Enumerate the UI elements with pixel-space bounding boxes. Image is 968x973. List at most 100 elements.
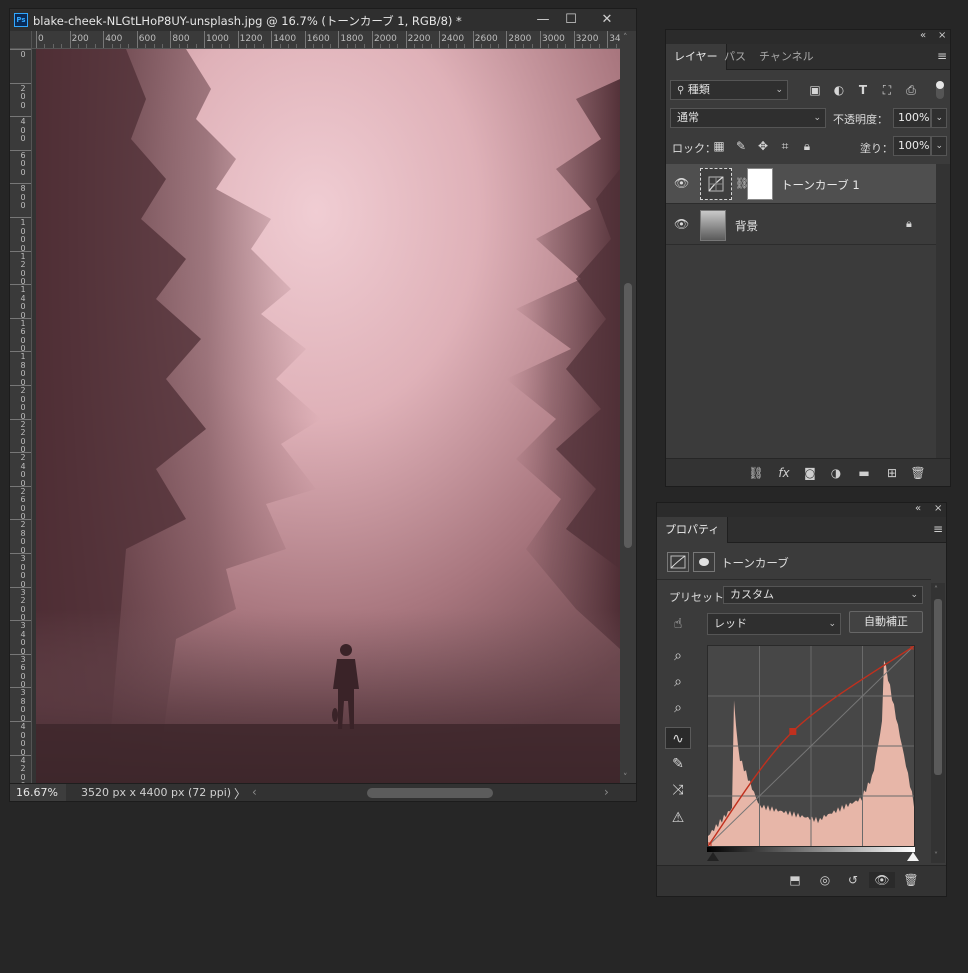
new-group-icon[interactable]: ▬ bbox=[856, 465, 872, 481]
horizontal-scroll-thumb[interactable] bbox=[367, 788, 493, 798]
lock-position-icon[interactable]: ✥ bbox=[756, 139, 770, 153]
black-point-eyedropper-icon[interactable]: ⌕ bbox=[665, 645, 691, 667]
eye-icon[interactable]: 👁︎ bbox=[674, 217, 690, 233]
smart-object-filter-icon[interactable]: ⎙ bbox=[904, 83, 918, 97]
lock-image-pixels-icon[interactable]: ✎ bbox=[734, 139, 748, 153]
layer-name[interactable]: 背景 bbox=[735, 218, 758, 234]
properties-scroll-thumb[interactable] bbox=[934, 599, 942, 775]
delete-adjustment-icon[interactable]: 🗑︎ bbox=[903, 872, 919, 888]
background-layer-thumbnail[interactable] bbox=[700, 210, 726, 241]
new-adjustment-layer-icon[interactable]: ◑ bbox=[828, 465, 844, 481]
layer-mask-thumbnail[interactable] bbox=[747, 168, 773, 200]
layers-scrollbar[interactable] bbox=[936, 164, 950, 460]
scroll-up-icon[interactable]: ˄ bbox=[934, 585, 938, 594]
vertical-scroll-thumb[interactable] bbox=[624, 283, 632, 548]
input-gradient bbox=[707, 847, 915, 852]
add-mask-icon[interactable]: ◙ bbox=[802, 465, 818, 481]
curve-svg bbox=[704, 642, 918, 850]
horizontal-ruler[interactable]: 0 200 400 600 800 1000 1200 1400 1600 1800 2000 220… bbox=[32, 31, 620, 49]
ruler-label: 600 bbox=[20, 150, 26, 177]
mask-properties-icon[interactable] bbox=[693, 552, 715, 572]
tab-properties[interactable]: プロパティ bbox=[657, 517, 729, 543]
ruler-minor-tick bbox=[78, 44, 79, 48]
black-input-slider[interactable] bbox=[707, 852, 719, 861]
adjustment-filter-icon[interactable]: ◐ bbox=[832, 83, 846, 97]
scroll-down-icon[interactable]: ˅ bbox=[623, 773, 628, 783]
collapse-panel-icon[interactable]: « bbox=[915, 503, 921, 514]
layer-filter-dropdown[interactable]: ⚲ 種類 ⌄ bbox=[670, 80, 788, 100]
scroll-right-icon[interactable]: › bbox=[604, 785, 609, 799]
shape-filter-icon[interactable]: ⛶ bbox=[880, 83, 894, 97]
opacity-label: 不透明度： bbox=[833, 113, 888, 126]
canvas-area[interactable] bbox=[32, 49, 620, 789]
lock-transparent-pixels-icon[interactable]: ▦ bbox=[712, 139, 726, 153]
collapse-panel-icon[interactable]: « bbox=[920, 30, 926, 41]
white-point-eyedropper-icon[interactable]: ⌕ bbox=[665, 697, 691, 719]
on-image-adjust-icon[interactable]: ☝ bbox=[665, 613, 691, 635]
close-panel-icon[interactable]: × bbox=[934, 503, 942, 514]
delete-layer-icon[interactable]: 🗑︎ bbox=[910, 465, 926, 481]
vertical-scrollbar[interactable]: ˄ ˅ bbox=[620, 31, 636, 789]
tab-paths[interactable]: パス bbox=[716, 44, 754, 70]
blend-mode-dropdown[interactable]: 通常 ⌄ bbox=[670, 108, 826, 128]
clip-to-layer-icon[interactable]: ⬒ bbox=[787, 872, 803, 888]
ruler-label: 800 bbox=[20, 184, 26, 211]
fill-field[interactable]: 100% bbox=[893, 136, 931, 156]
zoom-field[interactable]: 16.67% bbox=[10, 784, 66, 801]
ruler-minor-tick bbox=[162, 44, 163, 48]
document-titlebar[interactable]: Ps blake-cheek-NLGtLHoP8UY-unsplash.jpg … bbox=[10, 9, 636, 31]
opacity-dropdown-button[interactable]: ⌄ bbox=[931, 108, 947, 128]
layer-row-background[interactable]: 👁︎ 背景 🔒︎ bbox=[666, 205, 936, 245]
curve-graph[interactable] bbox=[704, 642, 918, 850]
properties-scrollbar[interactable]: ˄ ˅ bbox=[931, 583, 945, 863]
ruler-minor-tick bbox=[615, 44, 617, 48]
scroll-left-icon[interactable]: ‹ bbox=[252, 785, 257, 799]
filter-toggle[interactable] bbox=[936, 81, 944, 99]
document-title: blake-cheek-NLGtLHoP8UY-unsplash.jpg @ 1… bbox=[33, 14, 462, 28]
opacity-field[interactable]: 100% bbox=[893, 108, 931, 128]
restore-button[interactable]: ☐ bbox=[558, 11, 584, 28]
vertical-ruler[interactable]: 0 200 400 600 800 1000 1200 1400 1600 1800 2000 220… bbox=[10, 49, 32, 789]
scroll-down-icon[interactable]: ˅ bbox=[934, 851, 938, 860]
layers-panel: « × レイヤー パス チャンネル ≡ ⚲ 種類 ⌄ ▣ ◐ T ⛶ ⎙ 通常 … bbox=[665, 29, 951, 487]
view-previous-state-icon[interactable]: ◎ bbox=[817, 872, 833, 888]
eye-icon[interactable]: 👁︎ bbox=[674, 176, 690, 192]
pencil-icon[interactable]: ✎ bbox=[665, 753, 691, 775]
ruler-origin[interactable] bbox=[10, 31, 32, 49]
visibility-eye-icon[interactable]: 👁︎ bbox=[869, 872, 895, 888]
ruler-minor-tick bbox=[145, 44, 147, 48]
channel-dropdown[interactable]: レッド ⌄ bbox=[707, 613, 841, 635]
lock-all-icon[interactable]: 🔒︎ bbox=[800, 139, 814, 153]
gray-point-eyedropper-icon[interactable]: ⌕ bbox=[665, 671, 691, 693]
layer-row-curves[interactable]: 👁︎ ⛓ トーンカーブ 1 bbox=[666, 164, 936, 204]
preset-dropdown[interactable]: カスタム ⌄ bbox=[723, 586, 923, 604]
curve-edit-points-icon[interactable]: ∿ bbox=[665, 727, 691, 749]
type-filter-icon[interactable]: T bbox=[856, 83, 870, 97]
properties-panel: « × プロパティ ≡ トーンカーブ プリセット： カスタム ⌄ ☝ レッド ⌄… bbox=[656, 502, 947, 897]
tab-channels[interactable]: チャンネル bbox=[751, 44, 822, 70]
panel-menu-icon[interactable]: ≡ bbox=[937, 49, 947, 63]
curve-control-point[interactable] bbox=[789, 727, 797, 735]
clipping-warning-icon[interactable]: ⚠ bbox=[665, 807, 691, 829]
panel-menu-icon[interactable]: ≡ bbox=[933, 522, 943, 536]
ruler-label: 600 bbox=[138, 34, 156, 44]
minimize-button[interactable]: — bbox=[530, 11, 556, 28]
link-layers-icon[interactable]: ⛓ bbox=[748, 465, 764, 481]
white-input-slider[interactable] bbox=[907, 852, 919, 861]
new-layer-icon[interactable]: ⊞ bbox=[884, 465, 900, 481]
auto-button[interactable]: 自動補正 bbox=[849, 611, 923, 633]
close-button[interactable]: ✕ bbox=[594, 11, 620, 28]
status-menu-arrow-icon[interactable]: 〉 bbox=[234, 785, 246, 802]
lock-artboard-icon[interactable]: ⌗ bbox=[778, 139, 792, 153]
fill-dropdown-button[interactable]: ⌄ bbox=[931, 136, 947, 156]
image-filter-icon[interactable]: ▣ bbox=[808, 83, 822, 97]
smooth-curve-icon[interactable]: ⤨ bbox=[665, 779, 691, 801]
curves-adjustment-thumbnail[interactable] bbox=[700, 168, 732, 200]
reset-icon[interactable]: ↺ bbox=[845, 872, 861, 888]
layer-name[interactable]: トーンカーブ 1 bbox=[781, 177, 860, 193]
document-image[interactable] bbox=[36, 49, 620, 789]
curves-adjustment-icon[interactable] bbox=[667, 552, 689, 572]
scroll-up-icon[interactable]: ˄ bbox=[623, 33, 628, 43]
close-panel-icon[interactable]: × bbox=[938, 30, 946, 41]
fx-icon[interactable]: fx bbox=[776, 465, 792, 481]
